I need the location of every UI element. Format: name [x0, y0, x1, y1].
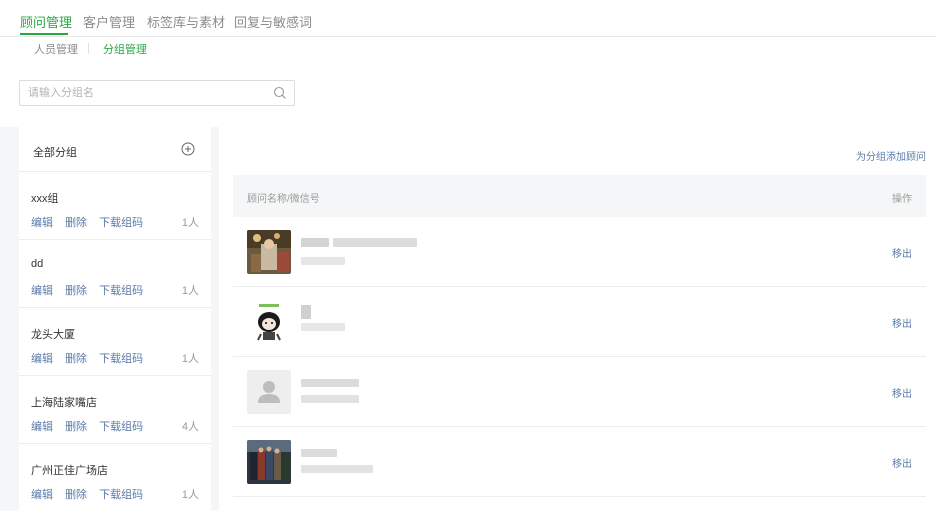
group-member-count: 1人: [181, 489, 199, 501]
remove-from-group-link[interactable]: 移出: [892, 245, 912, 260]
plus-circle-icon[interactable]: [181, 142, 195, 156]
sub-tab-bar: 人员管理 分组管理: [0, 37, 400, 61]
blurred-name: [301, 379, 359, 387]
table-row: 移出: [233, 357, 926, 427]
remove-from-group-link[interactable]: 移出: [892, 385, 912, 400]
tab-customer-management[interactable]: 客户管理: [83, 12, 135, 31]
search-box: [19, 80, 295, 106]
remove-from-group-link[interactable]: 移出: [892, 315, 912, 330]
tab-group-management[interactable]: 分组管理: [103, 41, 147, 57]
edit-group-link[interactable]: 编辑: [31, 353, 53, 365]
tab-consultant-management[interactable]: 顾问管理: [20, 12, 72, 31]
group-list-panel: 全部分组 xxx组 编辑 删除 下载组码 1人 dd 编辑 删除 下载组码 1人…: [19, 127, 211, 511]
column-header-name: 顾问名称/微信号: [247, 194, 320, 205]
search-icon[interactable]: [272, 85, 288, 101]
blurred-name: [301, 238, 329, 247]
blurred-name: [333, 238, 417, 247]
tab-staff-management[interactable]: 人员管理: [34, 41, 78, 57]
group-actions: 编辑 删除 下载组码: [31, 214, 152, 230]
group-actions: 编辑 删除 下载组码: [31, 282, 152, 298]
top-tab-bar: 顾问管理 客户管理 标签库与素材 回复与敏感词: [0, 0, 936, 37]
table-row: 移出: [233, 287, 926, 357]
group-actions: 编辑 删除 下载组码: [31, 486, 152, 502]
group-item[interactable]: 上海陆家嘴店 编辑 删除 下载组码 4人: [19, 376, 211, 444]
sub-tab-divider: [88, 43, 89, 54]
blurred-wechat-id: [301, 323, 345, 331]
group-name: 上海陆家嘴店: [31, 397, 97, 409]
delete-group-link[interactable]: 删除: [65, 353, 87, 365]
group-item[interactable]: 广州正佳广场店 编辑 删除 下载组码 1人: [19, 444, 211, 511]
delete-group-link[interactable]: 删除: [65, 285, 87, 297]
edit-group-link[interactable]: 编辑: [31, 285, 53, 297]
tab-tags-and-materials[interactable]: 标签库与素材: [147, 12, 225, 31]
delete-group-link[interactable]: 删除: [65, 421, 87, 433]
download-group-code-link[interactable]: 下载组码: [99, 489, 143, 501]
group-item[interactable]: xxx组 编辑 删除 下载组码 1人: [19, 172, 211, 240]
group-item[interactable]: 龙头大厦 编辑 删除 下载组码 1人: [19, 308, 211, 376]
blurred-wechat-id: [301, 257, 345, 265]
group-member-count: 1人: [181, 353, 199, 365]
table-row: 移出: [233, 217, 926, 287]
download-group-code-link[interactable]: 下载组码: [99, 285, 143, 297]
photo-avatar-icon: [247, 230, 291, 274]
tab-replies-and-sensitive-words[interactable]: 回复与敏感词: [234, 12, 312, 31]
download-group-code-link[interactable]: 下载组码: [99, 421, 143, 433]
blurred-wechat-id: [301, 395, 359, 403]
table-header: 顾问名称/微信号 操作: [233, 175, 926, 217]
edit-group-link[interactable]: 编辑: [31, 489, 53, 501]
table-row: 移出: [233, 427, 926, 497]
blurred-name: [301, 305, 311, 319]
search-input[interactable]: [28, 85, 268, 101]
group-actions: 编辑 删除 下载组码: [31, 350, 152, 366]
all-groups-label[interactable]: 全部分组: [33, 144, 77, 160]
group-name: 广州正佳广场店: [31, 465, 108, 477]
blurred-name: [301, 449, 337, 457]
delete-group-link[interactable]: 删除: [65, 489, 87, 501]
default-user-avatar-icon: [247, 370, 291, 414]
group-member-count: 1人: [181, 217, 199, 229]
edit-group-link[interactable]: 编辑: [31, 217, 53, 229]
blurred-wechat-id: [301, 465, 373, 473]
group-name: xxx组: [31, 193, 59, 205]
group-member-count: 4人: [181, 421, 199, 433]
group-item[interactable]: dd 编辑 删除 下载组码 1人: [19, 240, 211, 308]
download-group-code-link[interactable]: 下载组码: [99, 353, 143, 365]
group-name: 龙头大厦: [31, 329, 75, 341]
group-list-header: 全部分组: [19, 127, 211, 172]
cartoon-avatar-icon: [247, 300, 291, 344]
poster-avatar-icon: [247, 440, 291, 484]
group-member-count: 1人: [181, 285, 199, 297]
active-tab-indicator: [20, 33, 68, 35]
remove-from-group-link[interactable]: 移出: [892, 455, 912, 470]
column-header-operation: 操作: [892, 194, 912, 205]
add-consultant-to-group-link[interactable]: 为分组添加顾问: [856, 148, 926, 163]
edit-group-link[interactable]: 编辑: [31, 421, 53, 433]
delete-group-link[interactable]: 删除: [65, 217, 87, 229]
group-actions: 编辑 删除 下载组码: [31, 418, 152, 434]
download-group-code-link[interactable]: 下载组码: [99, 217, 143, 229]
group-name: dd: [31, 258, 44, 270]
group-members-panel: 为分组添加顾问 顾问名称/微信号 操作 移出 移出 移出 移出: [219, 127, 936, 511]
